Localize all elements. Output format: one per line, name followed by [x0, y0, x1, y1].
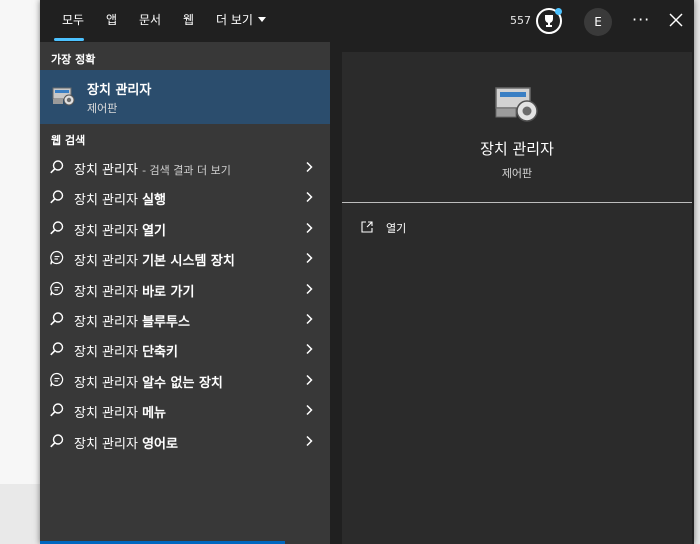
search-icon [50, 342, 64, 356]
web-search-item-label: 장치 관리자 실행 [74, 189, 166, 208]
search-filter-bar: 모두 앱 문서 웹 더 보기 557 E ··· [40, 0, 694, 42]
rewards-points: 557 [510, 14, 531, 27]
chevron-right-icon [306, 222, 313, 233]
search-icon [50, 221, 64, 235]
active-tab-indicator [54, 38, 84, 41]
search-panel: 모두 앱 문서 웹 더 보기 557 E ··· 가장 정확 장치 관리자 제어… [40, 0, 694, 544]
search-icon [50, 403, 64, 417]
tab-web[interactable]: 웹 [183, 12, 194, 30]
results-list: 가장 정확 장치 관리자 제어판 웹 검색 장치 관리자 - 검색 결과 더 보… [40, 42, 330, 544]
web-search-heading: 웹 검색 [51, 134, 86, 147]
web-search-item-label: 장치 관리자 블루투스 [74, 311, 190, 330]
chevron-right-icon [306, 192, 313, 203]
tab-more[interactable]: 더 보기 [216, 12, 266, 30]
web-search-item[interactable]: 장치 관리자 메뉴 [40, 395, 330, 425]
best-match-item[interactable]: 장치 관리자 제어판 [40, 70, 330, 124]
best-match-heading: 가장 정확 [51, 53, 96, 66]
web-search-item[interactable]: 장치 관리자 실행 [40, 182, 330, 212]
query-completion: 영어로 [142, 436, 178, 452]
query-completion: 알수 없는 장치 [142, 375, 223, 391]
web-search-item-label: 장치 관리자 바로 가기 [74, 281, 194, 300]
query-prefix: 장치 관리자 [74, 406, 143, 422]
query-completion: 블루투스 [142, 315, 190, 330]
query-prefix: 장치 관리자 [74, 315, 143, 330]
notification-dot [555, 8, 562, 15]
web-search-item-label: 장치 관리자 열기 [74, 220, 166, 239]
web-search-item[interactable]: 장치 관리자 열기 [40, 213, 330, 243]
query-completion: 메뉴 [142, 406, 166, 422]
query-suffix: - 검색 결과 더 보기 [142, 164, 231, 177]
query-prefix: 장치 관리자 [74, 193, 143, 209]
trophy-icon [545, 15, 553, 27]
device-manager-large-icon [495, 87, 538, 122]
web-search-item[interactable]: 장치 관리자 블루투스 [40, 304, 330, 334]
chevron-right-icon [306, 374, 313, 385]
caret-down-icon [257, 17, 266, 22]
web-search-item-label: 장치 관리자 알수 없는 장치 [74, 372, 223, 391]
chevron-right-icon [306, 253, 313, 264]
web-search-item[interactable]: 장치 관리자 단축키 [40, 334, 330, 364]
query-prefix: 장치 관리자 [74, 254, 143, 270]
preview-title: 장치 관리자 [480, 140, 554, 158]
web-search-item-label: 장치 관리자 기본 시스템 장치 [74, 250, 235, 269]
web-search-item-label: 장치 관리자 단축키 [74, 341, 178, 360]
query-completion: 기본 시스템 장치 [142, 254, 235, 270]
query-completion: 바로 가기 [142, 284, 195, 300]
query-completion: 단축키 [142, 345, 178, 361]
tab-documents[interactable]: 문서 [139, 12, 161, 30]
chevron-right-icon [306, 313, 313, 325]
web-search-item[interactable]: 장치 관리자 기본 시스템 장치 [40, 243, 330, 273]
desktop-background-left [0, 0, 40, 544]
chevron-right-icon [306, 344, 313, 355]
tab-all[interactable]: 모두 [62, 12, 84, 30]
device-manager-icon [52, 87, 75, 106]
best-match-subtitle: 제어판 [87, 102, 118, 115]
web-search-item[interactable]: 장치 관리자 바로 가기 [40, 274, 330, 304]
chevron-right-icon [306, 161, 313, 173]
chat-search-icon [50, 251, 64, 265]
close-icon[interactable] [667, 11, 685, 29]
web-search-item[interactable]: 장치 관리자 영어로 [40, 426, 330, 456]
chat-search-icon [50, 281, 64, 296]
query-prefix: 장치 관리자 [74, 436, 143, 452]
search-icon [50, 312, 64, 326]
tab-apps[interactable]: 앱 [106, 12, 117, 30]
more-options-icon[interactable]: ··· [632, 10, 650, 29]
open-external-icon [361, 221, 373, 233]
query-prefix: 장치 관리자 [74, 345, 143, 361]
web-search-item[interactable]: 장치 관리자 - 검색 결과 더 보기 [40, 152, 330, 182]
chevron-right-icon [306, 405, 313, 416]
query-prefix: 장치 관리자 [74, 284, 143, 300]
preview-divider [342, 202, 692, 203]
query-completion: 실행 [142, 193, 166, 209]
desktop-strip [0, 484, 40, 544]
query-completion: 열기 [142, 223, 166, 239]
chevron-right-icon [306, 435, 313, 446]
web-search-item[interactable]: 장치 관리자 알수 없는 장치 [40, 365, 330, 395]
avatar[interactable]: E [584, 8, 612, 36]
search-icon [50, 433, 64, 447]
tab-more-label: 더 보기 [216, 13, 253, 27]
search-icon [50, 160, 64, 174]
query-prefix: 장치 관리자 [74, 223, 143, 239]
preview-subtitle: 제어판 [501, 167, 533, 180]
query-prefix: 장치 관리자 [74, 163, 138, 178]
web-search-item-label: 장치 관리자 메뉴 [74, 402, 166, 421]
chevron-right-icon [306, 283, 313, 294]
preview-pane: 장치 관리자 제어판 열기 [342, 52, 692, 544]
best-match-title: 장치 관리자 [87, 83, 152, 98]
web-search-item-label: 장치 관리자 - 검색 결과 더 보기 [74, 159, 231, 178]
rewards-button[interactable] [536, 8, 562, 34]
search-icon [50, 190, 64, 204]
query-prefix: 장치 관리자 [74, 375, 143, 391]
open-action-label: 열기 [386, 222, 407, 235]
chat-search-icon [50, 372, 64, 387]
web-search-item-label: 장치 관리자 영어로 [74, 433, 178, 452]
